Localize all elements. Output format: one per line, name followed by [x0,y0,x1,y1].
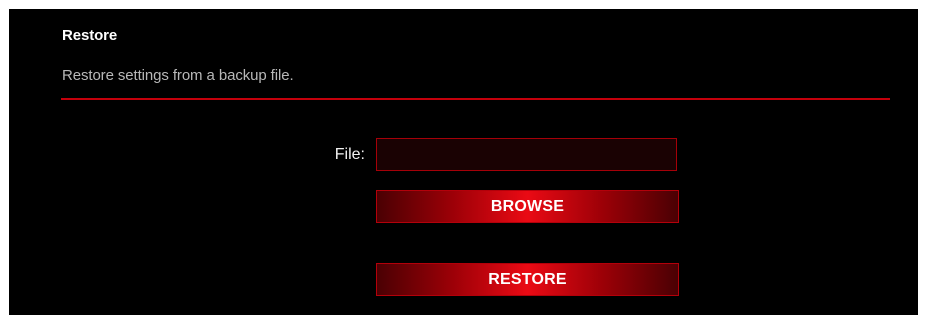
section-description: Restore settings from a backup file. [62,67,294,84]
browse-button[interactable]: BROWSE [376,190,679,223]
restore-button[interactable]: RESTORE [376,263,679,296]
file-label: File: [334,146,365,163]
section-title: Restore [62,27,118,44]
section-divider [61,98,890,100]
restore-panel: Restore Restore settings from a backup f… [9,9,918,315]
file-path-input[interactable] [376,138,677,171]
